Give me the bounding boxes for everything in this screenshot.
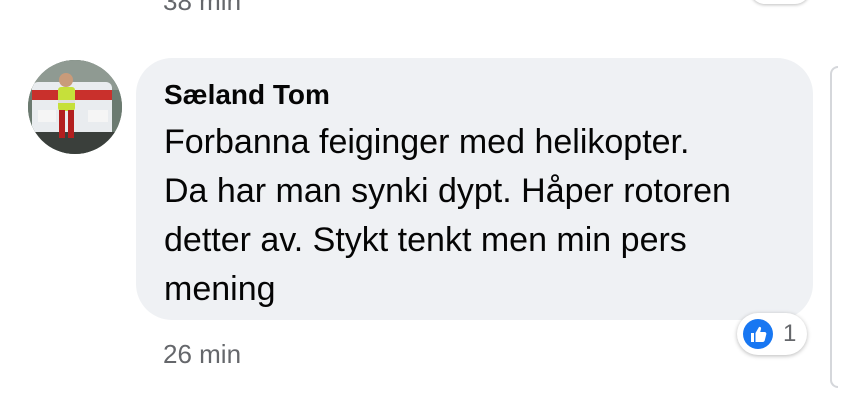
reaction-summary[interactable]: 1 [737, 313, 807, 355]
previous-comment-timestamp[interactable]: 38 min [163, 0, 241, 16]
reply-thread-edge [830, 66, 838, 388]
avatar-photo [28, 60, 122, 154]
comment-text: Forbanna feiginger med helikopter. Da ha… [164, 123, 731, 308]
previous-reaction-pill[interactable] [750, 0, 810, 4]
comment-thread: 38 min Sæland Tom Forbanna feiginger med… [0, 0, 842, 400]
avatar[interactable] [28, 60, 122, 154]
reaction-count: 1 [783, 320, 797, 347]
like-icon [743, 319, 773, 349]
comment-author[interactable]: Sæland Tom [164, 78, 330, 112]
comment-timestamp[interactable]: 26 min [163, 338, 241, 370]
comment-bubble[interactable]: Sæland Tom Forbanna feiginger med heliko… [136, 58, 813, 320]
